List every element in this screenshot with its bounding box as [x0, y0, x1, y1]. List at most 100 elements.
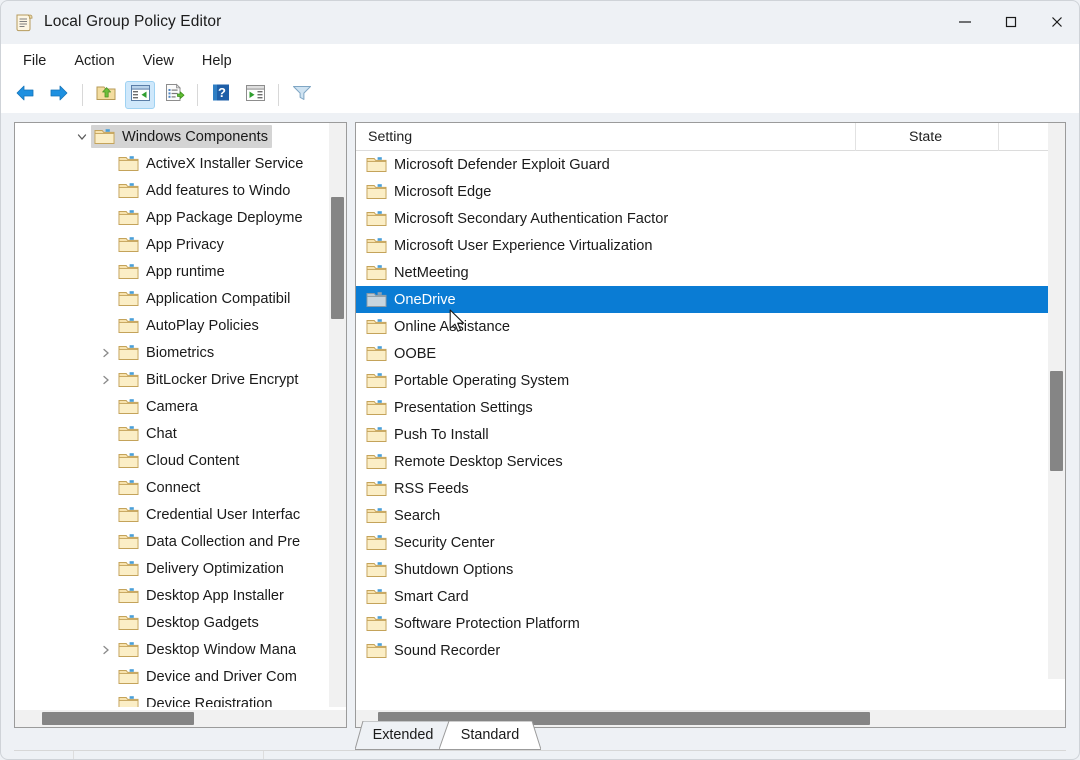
- tree-item[interactable]: Data Collection and Pre: [15, 528, 327, 555]
- folder-icon: [118, 398, 139, 415]
- tree-item-content: Chat: [115, 422, 181, 445]
- tree-expander-placeholder: [97, 690, 115, 707]
- console-tree: Windows Components ActiveX Installer Serv…: [15, 123, 327, 707]
- chevron-right-icon[interactable]: [97, 636, 115, 663]
- tree-item[interactable]: Delivery Optimization: [15, 555, 327, 582]
- settings-list-row[interactable]: Security Center: [356, 529, 1048, 556]
- tree-horizontal-scrollbar[interactable]: [15, 710, 346, 727]
- tree-item[interactable]: Desktop Gadgets: [15, 609, 327, 636]
- tree-item[interactable]: Device and Driver Com: [15, 663, 327, 690]
- up-one-level-button[interactable]: [91, 81, 121, 109]
- tree-item-content: Device and Driver Com: [115, 665, 301, 688]
- tree-item[interactable]: ActiveX Installer Service: [15, 150, 327, 177]
- settings-list-row[interactable]: Remote Desktop Services: [356, 448, 1048, 475]
- tree-item[interactable]: Camera: [15, 393, 327, 420]
- tree-item[interactable]: Desktop Window Mana: [15, 636, 327, 663]
- tree-item-label: Desktop Gadgets: [146, 615, 259, 631]
- export-list-button[interactable]: [159, 81, 189, 109]
- settings-list-row-label: Microsoft Edge: [394, 184, 491, 200]
- list-vertical-scrollbar[interactable]: [1048, 123, 1065, 679]
- tree-item[interactable]: Add features to Windo: [15, 177, 327, 204]
- settings-list-row[interactable]: Sound Recorder: [356, 637, 1048, 664]
- tree-item[interactable]: Cloud Content: [15, 447, 327, 474]
- tree-item-label: Windows Components: [122, 129, 268, 145]
- tab-extended[interactable]: Extended: [355, 721, 451, 750]
- tree-vertical-scrollbar-thumb[interactable]: [331, 197, 344, 319]
- title-bar: Local Group Policy Editor: [0, 0, 1080, 44]
- settings-list-row[interactable]: Microsoft Edge: [356, 178, 1048, 205]
- tab-standard[interactable]: Standard: [439, 721, 541, 750]
- window-title: Local Group Policy Editor: [44, 13, 221, 31]
- tree-item-label: Cloud Content: [146, 453, 239, 469]
- tree-item-label: Connect: [146, 480, 200, 496]
- settings-list-row-label: RSS Feeds: [394, 481, 469, 497]
- tree-expander-placeholder: [97, 177, 115, 204]
- tree-item[interactable]: BitLocker Drive Encrypt: [15, 366, 327, 393]
- filter-button[interactable]: [287, 81, 317, 109]
- forward-button[interactable]: [44, 81, 74, 109]
- folder-icon: [366, 480, 387, 497]
- tree-item-label: Device and Driver Com: [146, 669, 297, 685]
- settings-list-row[interactable]: Portable Operating System: [356, 367, 1048, 394]
- menu-action[interactable]: Action: [63, 50, 125, 72]
- settings-list-row-label: Microsoft Defender Exploit Guard: [394, 157, 610, 173]
- settings-list-row-label: Sound Recorder: [394, 643, 500, 659]
- tree-item[interactable]: App Package Deployme: [15, 204, 327, 231]
- settings-list-row[interactable]: Microsoft User Experience Virtualization: [356, 232, 1048, 259]
- tree-item[interactable]: Credential User Interfac: [15, 501, 327, 528]
- maximize-button[interactable]: [988, 0, 1034, 44]
- folder-icon: [118, 668, 139, 685]
- settings-list-row[interactable]: OneDrive: [356, 286, 1048, 313]
- menu-file[interactable]: File: [12, 50, 57, 72]
- tree-horizontal-scrollbar-thumb[interactable]: [42, 712, 194, 725]
- tree-item[interactable]: AutoPlay Policies: [15, 312, 327, 339]
- tree-item[interactable]: Windows Components: [15, 123, 327, 150]
- tree-item[interactable]: App Privacy: [15, 231, 327, 258]
- chevron-right-icon[interactable]: [97, 339, 115, 366]
- settings-list-row-label: Online Assistance: [394, 319, 510, 335]
- chevron-down-icon[interactable]: [73, 123, 91, 150]
- settings-list-row[interactable]: OOBE: [356, 340, 1048, 367]
- settings-list-row[interactable]: Microsoft Defender Exploit Guard: [356, 151, 1048, 178]
- folder-icon: [366, 642, 387, 659]
- tree-item[interactable]: Biometrics: [15, 339, 327, 366]
- tab-standard-label: Standard: [461, 727, 519, 744]
- settings-list-row[interactable]: Push To Install: [356, 421, 1048, 448]
- tree-item[interactable]: App runtime: [15, 258, 327, 285]
- tree-expander-placeholder: [97, 501, 115, 528]
- tree-item[interactable]: Application Compatibil: [15, 285, 327, 312]
- tree-item[interactable]: Device Registration: [15, 690, 327, 707]
- tree-vertical-scrollbar[interactable]: [329, 123, 346, 707]
- settings-list-row[interactable]: NetMeeting: [356, 259, 1048, 286]
- settings-list-row[interactable]: Shutdown Options: [356, 556, 1048, 583]
- back-button[interactable]: [10, 81, 40, 109]
- settings-list-row[interactable]: Software Protection Platform: [356, 610, 1048, 637]
- menu-help[interactable]: Help: [191, 50, 243, 72]
- settings-list-row[interactable]: Presentation Settings: [356, 394, 1048, 421]
- show-hide-action-pane-button[interactable]: [240, 81, 270, 109]
- minimize-button[interactable]: [942, 0, 988, 44]
- chevron-right-icon[interactable]: [97, 366, 115, 393]
- settings-list-row[interactable]: Smart Card: [356, 583, 1048, 610]
- column-header-state[interactable]: State: [856, 123, 999, 151]
- help-button[interactable]: ?: [206, 81, 236, 109]
- tree-item[interactable]: Chat: [15, 420, 327, 447]
- folder-icon: [366, 453, 387, 470]
- list-vertical-scrollbar-thumb[interactable]: [1050, 371, 1063, 471]
- tree-item[interactable]: Desktop App Installer: [15, 582, 327, 609]
- tree-expander-placeholder: [97, 609, 115, 636]
- toolbar: ?: [0, 77, 1080, 114]
- settings-list-row[interactable]: RSS Feeds: [356, 475, 1048, 502]
- folder-icon: [118, 695, 139, 707]
- tree-item[interactable]: Connect: [15, 474, 327, 501]
- close-button[interactable]: [1034, 0, 1080, 44]
- show-hide-console-tree-button[interactable]: [125, 81, 155, 109]
- settings-list-row[interactable]: Online Assistance: [356, 313, 1048, 340]
- menu-view[interactable]: View: [132, 50, 185, 72]
- folder-icon: [366, 615, 387, 632]
- column-header-setting[interactable]: Setting: [356, 123, 856, 151]
- settings-list-row[interactable]: Search: [356, 502, 1048, 529]
- toolbar-separator-3: [278, 84, 279, 106]
- settings-list-row[interactable]: Microsoft Secondary Authentication Facto…: [356, 205, 1048, 232]
- tree-expander-placeholder: [97, 474, 115, 501]
